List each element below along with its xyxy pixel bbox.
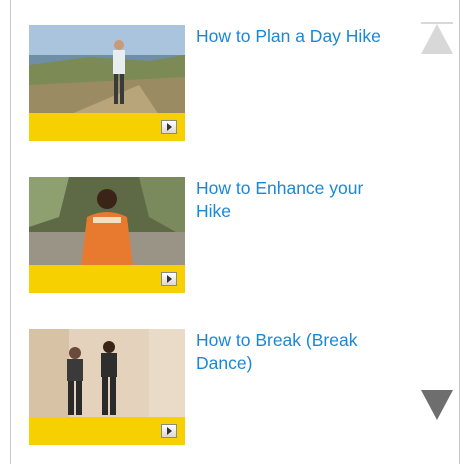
play-icon [167, 275, 172, 283]
play-icon [167, 123, 172, 131]
video-thumbnail[interactable] [29, 329, 185, 445]
play-button[interactable] [161, 272, 177, 286]
video-list-widget: How to Plan a Day Hike How to Enhance yo… [10, 0, 460, 464]
thumbnail-caption-bar [29, 113, 185, 141]
play-button[interactable] [161, 120, 177, 134]
video-item: How to Enhance your Hike [29, 177, 449, 293]
play-button[interactable] [161, 424, 177, 438]
video-title-link[interactable]: How to Break (Break Dance) [196, 329, 396, 375]
scroll-up-arrow-icon[interactable] [421, 24, 453, 54]
video-title-link[interactable]: How to Plan a Day Hike [196, 25, 396, 48]
play-icon [167, 427, 172, 435]
video-thumbnail[interactable] [29, 25, 185, 141]
thumbnail-caption-bar [29, 417, 185, 445]
video-item: How to Plan a Day Hike [29, 25, 449, 141]
scroll-down-arrow-icon[interactable] [421, 390, 453, 420]
video-thumbnail[interactable] [29, 177, 185, 293]
video-item: How to Break (Break Dance) [29, 329, 449, 445]
video-title-link[interactable]: How to Enhance your Hike [196, 177, 396, 223]
thumbnail-caption-bar [29, 265, 185, 293]
